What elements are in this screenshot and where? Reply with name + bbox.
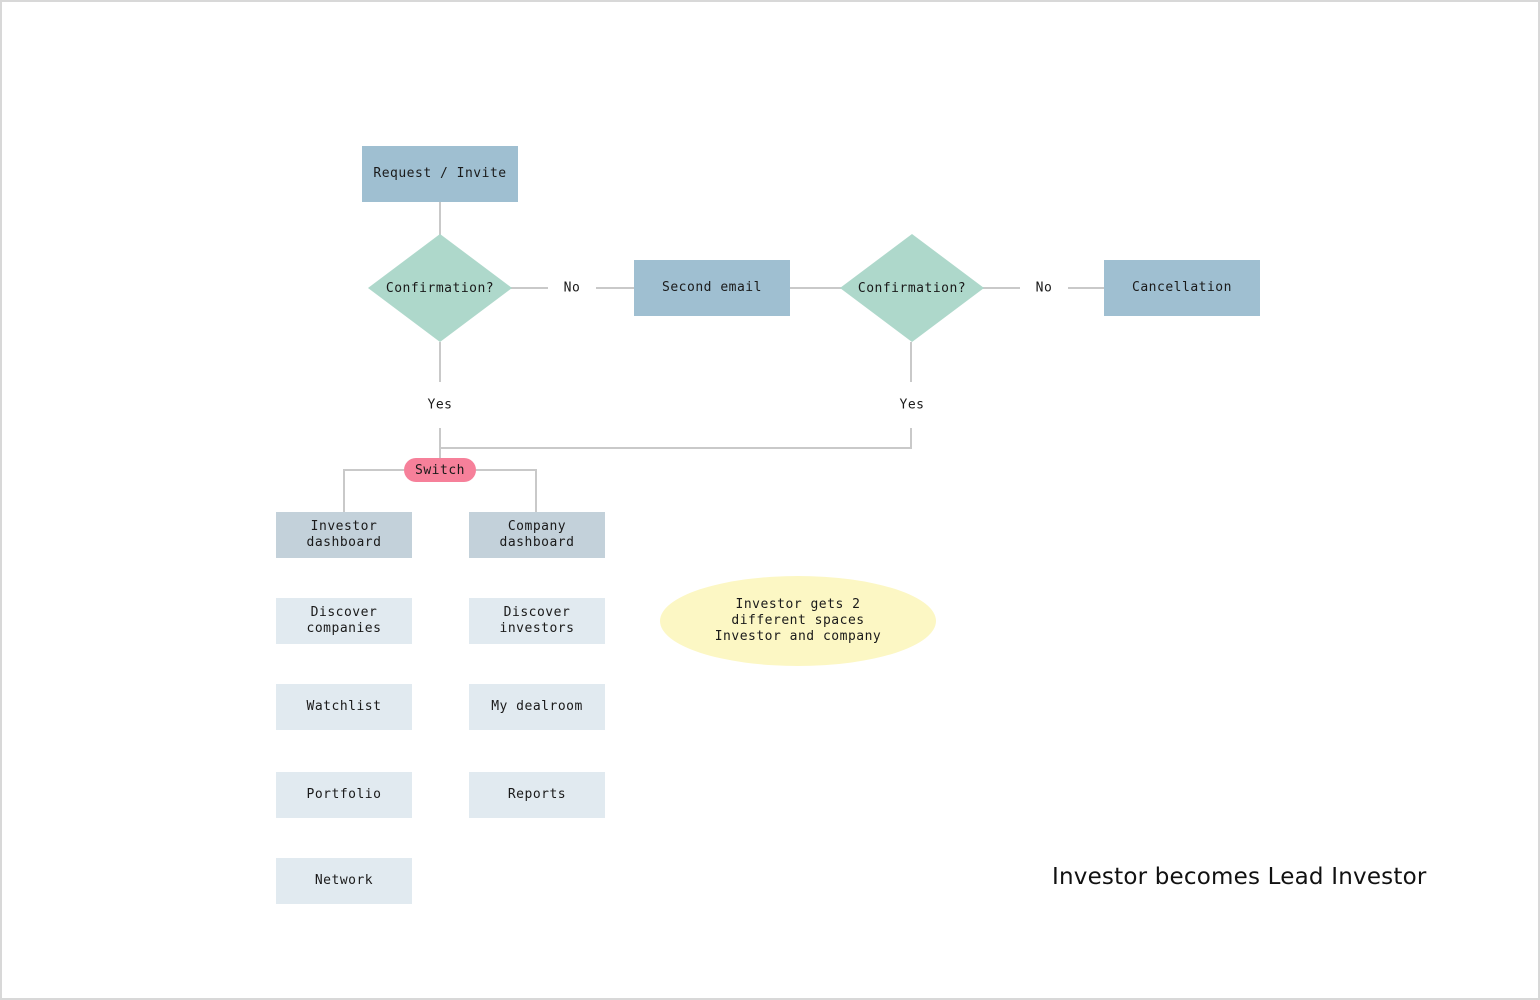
confirmation-decision-2-label: Confirmation? [857, 280, 967, 296]
request-invite-node: Request / Invite [362, 146, 518, 202]
yes-label-2: Yes [895, 397, 929, 413]
switch-node: Switch [404, 458, 476, 482]
investor-item-watchlist: Watchlist [276, 684, 412, 730]
second-email-node: Second email [634, 260, 790, 316]
investor-dashboard-node: Investor dashboard [276, 512, 412, 558]
note-ellipse: Investor gets 2 different spaces Investo… [660, 576, 936, 666]
cancellation-node: Cancellation [1104, 260, 1260, 316]
connector-switch-to-company [476, 469, 537, 512]
yes-label-1: Yes [423, 397, 457, 413]
company-item-reports: Reports [469, 772, 605, 818]
no-label-2: No [1031, 280, 1057, 296]
company-item-discover-investors: Discover investors [469, 598, 605, 644]
diagram-canvas: Request / Invite Confirmation? No Second… [0, 0, 1540, 1000]
connectors [343, 202, 1104, 512]
company-item-my-dealroom: My dealroom [469, 684, 605, 730]
investor-item-discover-companies: Discover companies [276, 598, 412, 644]
company-dashboard-node: Company dashboard [469, 512, 605, 558]
diagram-title: Investor becomes Lead Investor [1052, 864, 1427, 890]
confirmation-decision-1: Confirmation? [368, 234, 512, 342]
investor-item-portfolio: Portfolio [276, 772, 412, 818]
connector-yes2-to-merge [440, 428, 912, 449]
connector-switch-to-investor [343, 469, 404, 512]
investor-item-network: Network [276, 858, 412, 904]
confirmation-decision-2: Confirmation? [840, 234, 984, 342]
confirmation-decision-1-label: Confirmation? [385, 280, 495, 296]
no-label-1: No [559, 280, 585, 296]
